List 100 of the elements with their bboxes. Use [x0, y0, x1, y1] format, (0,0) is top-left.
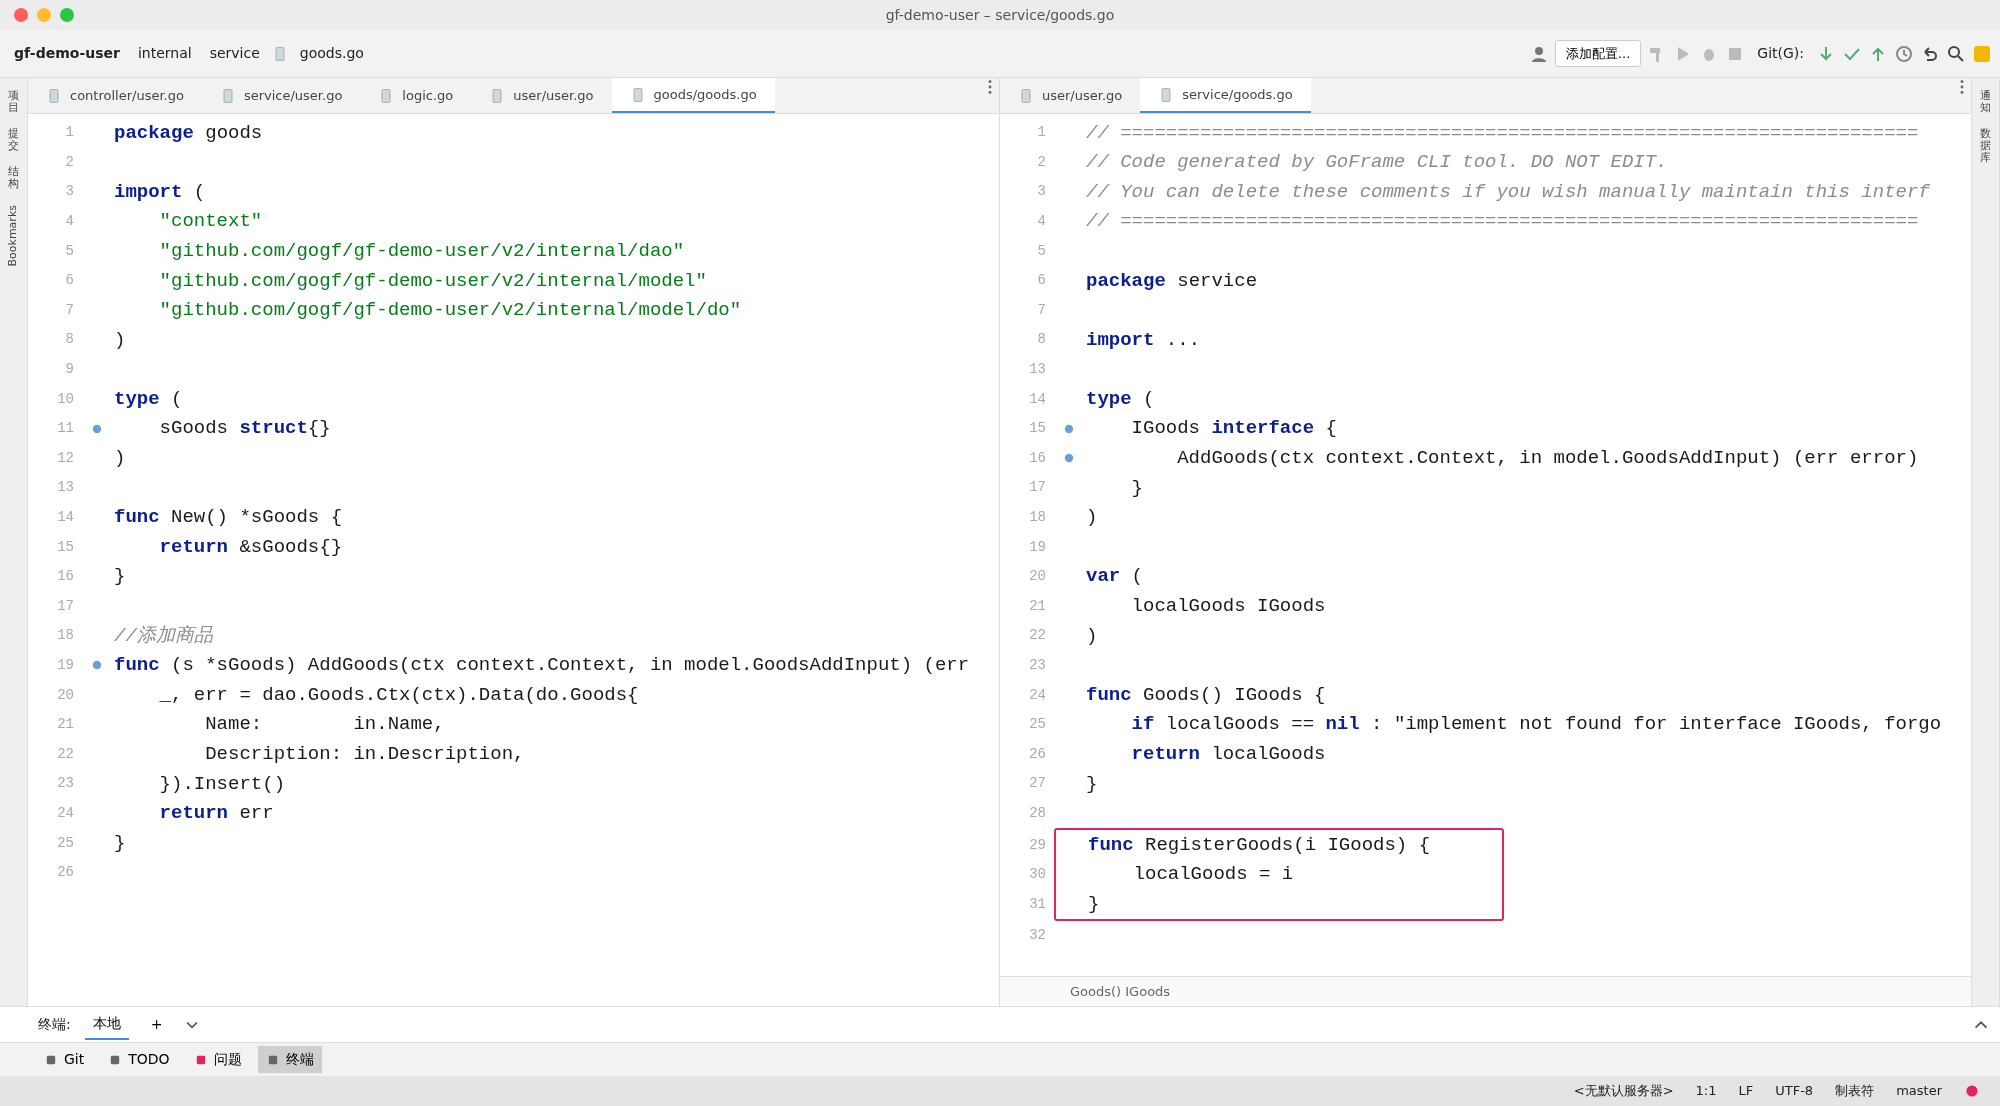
sidebar-tab[interactable]: 通知	[1980, 90, 1991, 115]
line-number: 9	[64, 360, 75, 380]
code-line: )	[114, 327, 126, 353]
code-line: Description: in.Description,	[204, 742, 525, 767]
line-number: 31	[1028, 894, 1047, 914]
zoom-button[interactable]	[60, 8, 74, 22]
sidebar-tab[interactable]: 项目	[8, 90, 19, 115]
code-line: Name: in.Name,	[204, 712, 445, 738]
code-line: package service	[1086, 268, 1258, 294]
tool-window-tab[interactable]: 问题	[185, 1046, 250, 1073]
tool-window-tab[interactable]: TODO	[100, 1046, 178, 1073]
code-line: }	[1086, 771, 1098, 797]
code-line: IGoods interface {	[1130, 416, 1337, 442]
terminal-label: 终端:	[38, 1015, 71, 1034]
line-number: 2	[1036, 152, 1047, 172]
sidebar-tab[interactable]: 结构	[8, 166, 19, 191]
code-line: var (	[1086, 564, 1144, 590]
code-line: )	[1086, 505, 1098, 531]
close-button[interactable]	[14, 8, 28, 22]
line-number: 20	[56, 685, 75, 705]
code-line: )	[1086, 623, 1098, 649]
tool-window-tab[interactable]: Git	[36, 1046, 93, 1073]
line-number: 12	[56, 448, 75, 468]
line-number: 1	[1036, 123, 1047, 143]
app-logo-icon[interactable]	[1972, 43, 1992, 64]
line-number: 22	[1028, 626, 1047, 646]
code-line: if localGoods == nil : "implement not found for interface IGoods, forgo	[1130, 712, 1942, 738]
editor-tab[interactable]: user/user.go	[471, 78, 612, 113]
sidebar-tab[interactable]: Bookmarks	[5, 204, 22, 267]
code-line: // Code generated by GoFrame CLI tool. DO NOT EDIT.	[1086, 150, 1668, 176]
code-line: import ...	[1086, 327, 1201, 353]
line-number: 4	[1036, 212, 1047, 232]
tool-window-tab[interactable]: 终端	[257, 1046, 322, 1073]
code-line: _, err = dao.Goods.Ctx(ctx).Data(do.Goods{	[158, 682, 639, 708]
line-number: 7	[64, 300, 75, 320]
code-line: // ======================================================================	[1086, 120, 1919, 146]
code-line: type (	[114, 386, 183, 412]
editor-tab[interactable]: service/user.go	[201, 78, 361, 113]
window-title: gf-demo-user – service/goods.go	[885, 6, 1115, 23]
line-number: 23	[1028, 656, 1047, 675]
line-number: 25	[1028, 715, 1047, 735]
editor-tab[interactable]: goods/goods.go	[611, 78, 775, 113]
code-line: func New() *sGoods {	[114, 505, 343, 531]
code-line: "context"	[158, 209, 263, 235]
line-number: 10	[56, 389, 75, 409]
search-icon[interactable]	[1946, 43, 1966, 64]
breadcrumb-item[interactable]: internal	[131, 41, 198, 66]
code-line: return localGoods	[1130, 742, 1326, 767]
code-line: "github.com/gogf/gf-demo-user/v2/internal/model"	[158, 268, 707, 294]
editor-tab[interactable]: logic.go	[360, 78, 472, 113]
status-item[interactable]: master	[1896, 1081, 1942, 1101]
status-item[interactable]: 1:1	[1695, 1081, 1717, 1101]
line-number: 16	[56, 567, 75, 587]
notification-icon[interactable]	[1964, 1083, 1980, 1099]
status-item[interactable]: LF	[1738, 1081, 1754, 1101]
terminal-tab[interactable]: 本地	[84, 1009, 129, 1040]
line-number: 14	[56, 508, 75, 527]
breadcrumb-item[interactable]: service	[203, 41, 266, 66]
line-number: 21	[56, 715, 75, 735]
line-number: 13	[1028, 360, 1047, 380]
code-line: import (	[114, 179, 206, 205]
code-line: "github.com/gogf/gf-demo-user/v2/internal/model/do"	[158, 298, 742, 324]
line-number: 32	[1028, 926, 1047, 946]
line-number: 26	[56, 863, 75, 883]
code-line: func Goods() IGoods {	[1086, 682, 1326, 708]
code-line: type (	[1086, 386, 1155, 412]
code-line: //添加商品	[114, 623, 213, 649]
status-item[interactable]: UTF-8	[1775, 1081, 1814, 1101]
code-line: "github.com/gogf/gf-demo-user/v2/internal/dao"	[158, 238, 685, 264]
sidebar-tab[interactable]: 提交	[8, 128, 19, 153]
breadcrumb-item[interactable]: goods.go	[293, 41, 370, 66]
line-number: 3	[64, 182, 75, 202]
code-line: AddGoods(ctx context.Context, in model.GoodsAddInput) (err error)	[1176, 446, 1919, 472]
add-tab-button[interactable]: +	[142, 1010, 171, 1039]
editor-tab[interactable]: service/goods.go	[1140, 78, 1311, 113]
line-number: 6	[1036, 271, 1047, 291]
status-item[interactable]: 制表符	[1835, 1081, 1875, 1101]
status-item[interactable]: <无默认服务器>	[1573, 1081, 1674, 1101]
line-number: 19	[1028, 537, 1047, 557]
code-line: }).Insert()	[158, 771, 286, 797]
editor-tab[interactable]: user/user.go	[1000, 78, 1141, 113]
code-line: }	[114, 830, 126, 856]
sidebar-tab[interactable]: 数据库	[1980, 128, 1991, 165]
breadcrumb-item[interactable]: gf-demo-user	[8, 41, 126, 66]
run-config-button[interactable]: 添加配置...	[1554, 39, 1642, 68]
line-number: 18	[56, 626, 75, 646]
code-line: return err	[158, 801, 274, 827]
code-line: func RegisterGoods(i IGoods) {	[1088, 832, 1431, 858]
clock-icon[interactable]	[1894, 43, 1914, 64]
code-breadcrumb[interactable]: Goods() IGoods	[1070, 981, 1171, 1002]
editor-tab[interactable]: controller/user.go	[28, 78, 202, 113]
line-number: 6	[64, 271, 75, 291]
minimize-button[interactable]	[37, 8, 51, 22]
line-number: 5	[64, 241, 75, 261]
code-line: return &sGoods{}	[158, 534, 343, 560]
code-line: package goods	[114, 120, 263, 146]
file-icon	[1018, 87, 1034, 104]
line-number: 14	[1028, 389, 1047, 409]
line-number: 15	[56, 537, 75, 557]
line-number: 17	[1028, 478, 1047, 498]
